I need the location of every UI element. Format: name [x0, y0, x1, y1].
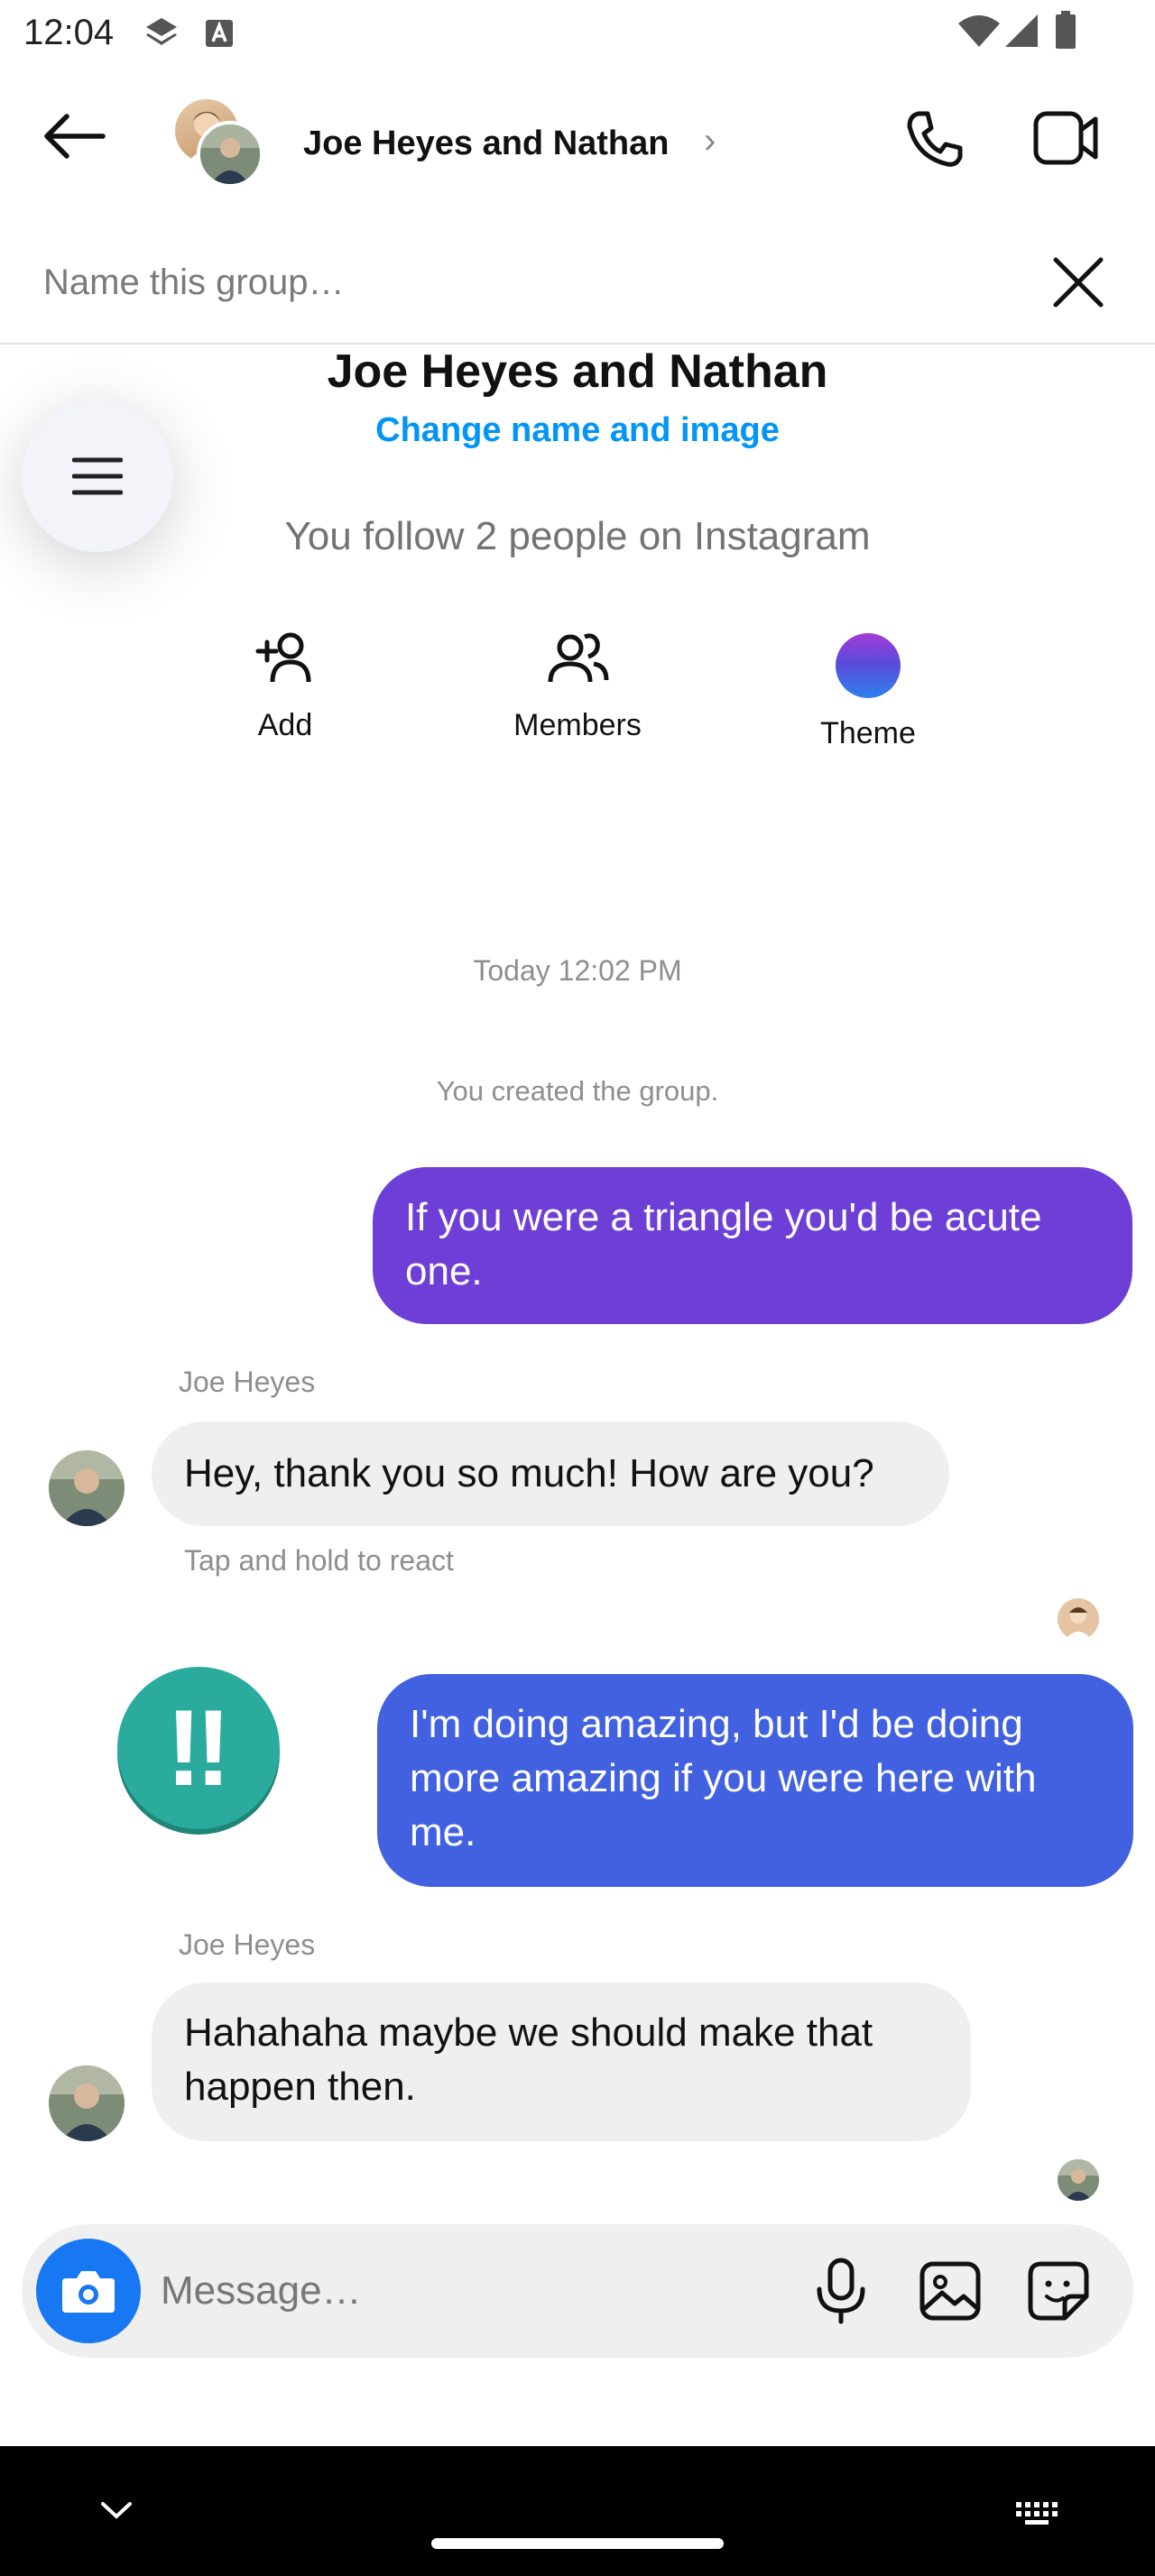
close-icon[interactable]: [1052, 256, 1104, 308]
sender-name: Joe Heyes: [179, 1366, 316, 1398]
avatar-joe-heyes[interactable]: [49, 1450, 125, 1526]
theme-action[interactable]: Theme: [778, 626, 958, 751]
battery-icon: [1056, 11, 1076, 49]
group-avatar-nathan[interactable]: [197, 121, 263, 188]
react-hint: Tap and hold to react: [184, 1544, 454, 1577]
follow-count-text: You follow 2 people on Instagram: [284, 514, 871, 558]
message-input[interactable]: [161, 2259, 810, 2323]
avatar-joe-heyes[interactable]: [49, 2065, 125, 2141]
theme-gradient-dot: [836, 633, 901, 698]
video-call-icon[interactable]: [1032, 108, 1101, 168]
add-person-icon: [255, 632, 311, 683]
exclamation-reaction[interactable]: ‼: [117, 1667, 280, 1829]
add-label: Add: [257, 708, 313, 742]
message-composer: [22, 2224, 1133, 2358]
camera-icon: [62, 2271, 115, 2313]
gallery-icon[interactable]: [919, 2260, 982, 2322]
system-nav-bar: [0, 2446, 1155, 2576]
sender-name: Joe Heyes: [179, 1928, 316, 1961]
incoming-message[interactable]: Hey, thank you so much! How are you?: [152, 1421, 949, 1526]
change-name-link[interactable]: Change name and image: [0, 411, 1155, 450]
hamburger-menu-icon: [72, 457, 123, 495]
sticker-icon[interactable]: [1027, 2260, 1090, 2322]
thread-timestamp: Today 12:02 PM: [473, 954, 682, 987]
phone-call-icon[interactable]: [902, 106, 967, 171]
group-name-row: [0, 233, 1155, 345]
incoming-message[interactable]: Hahahaha maybe we should make that happe…: [152, 1983, 971, 2141]
members-icon: [548, 633, 609, 683]
members-action[interactable]: Members: [487, 626, 668, 743]
chevron-right-icon[interactable]: ›: [704, 121, 716, 161]
back-arrow-icon[interactable]: [42, 114, 106, 159]
microphone-icon[interactable]: [814, 2257, 868, 2325]
floating-menu-button[interactable]: [22, 400, 173, 552]
outgoing-message[interactable]: I'm doing amazing, but I'd be doing more…: [377, 1674, 1133, 1887]
theme-label: Theme: [820, 716, 916, 750]
add-action[interactable]: Add: [195, 626, 375, 743]
seen-avatar-joe: [1058, 1598, 1099, 1640]
home-indicator[interactable]: [431, 2538, 724, 2549]
outgoing-message[interactable]: If you were a triangle you'd be acute on…: [373, 1167, 1132, 1324]
seen-avatar-nathan: [1058, 2159, 1099, 2201]
chevron-down-icon[interactable]: [99, 2500, 134, 2522]
double-exclamation-icon: ‼: [165, 1688, 232, 1808]
header-title[interactable]: Joe Heyes and Nathan: [303, 124, 669, 163]
conversation-title: Joe Heyes and Nathan: [327, 345, 828, 398]
group-name-input[interactable]: [43, 251, 1018, 314]
layers-icon: [146, 18, 177, 45]
keyboard-icon[interactable]: [1014, 2500, 1061, 2527]
chat-header: Joe Heyes and Nathan ›: [0, 65, 1155, 218]
signal-icon: [1005, 14, 1038, 47]
keyboard-a-icon: [206, 20, 233, 47]
members-label: Members: [513, 708, 642, 742]
group-created-notice: You created the group.: [436, 1075, 719, 1107]
wifi-icon: [958, 15, 1000, 47]
status-bar: 12:04: [0, 0, 1155, 65]
status-time: 12:04: [23, 13, 115, 52]
camera-button[interactable]: [36, 2239, 141, 2343]
